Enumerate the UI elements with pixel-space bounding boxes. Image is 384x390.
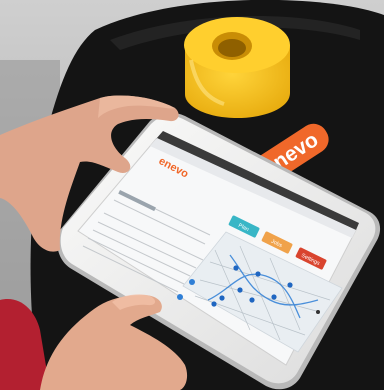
map-zoom-icon[interactable]: [177, 294, 183, 300]
map-layers-icon[interactable]: [189, 279, 195, 285]
photo-svg: enevo enevo Plan Jobs Settings: [0, 0, 384, 390]
yellow-sensor: [184, 17, 290, 118]
photo-scene: enevo enevo Plan Jobs Settings: [0, 0, 384, 390]
tablet-camera: [316, 310, 320, 314]
